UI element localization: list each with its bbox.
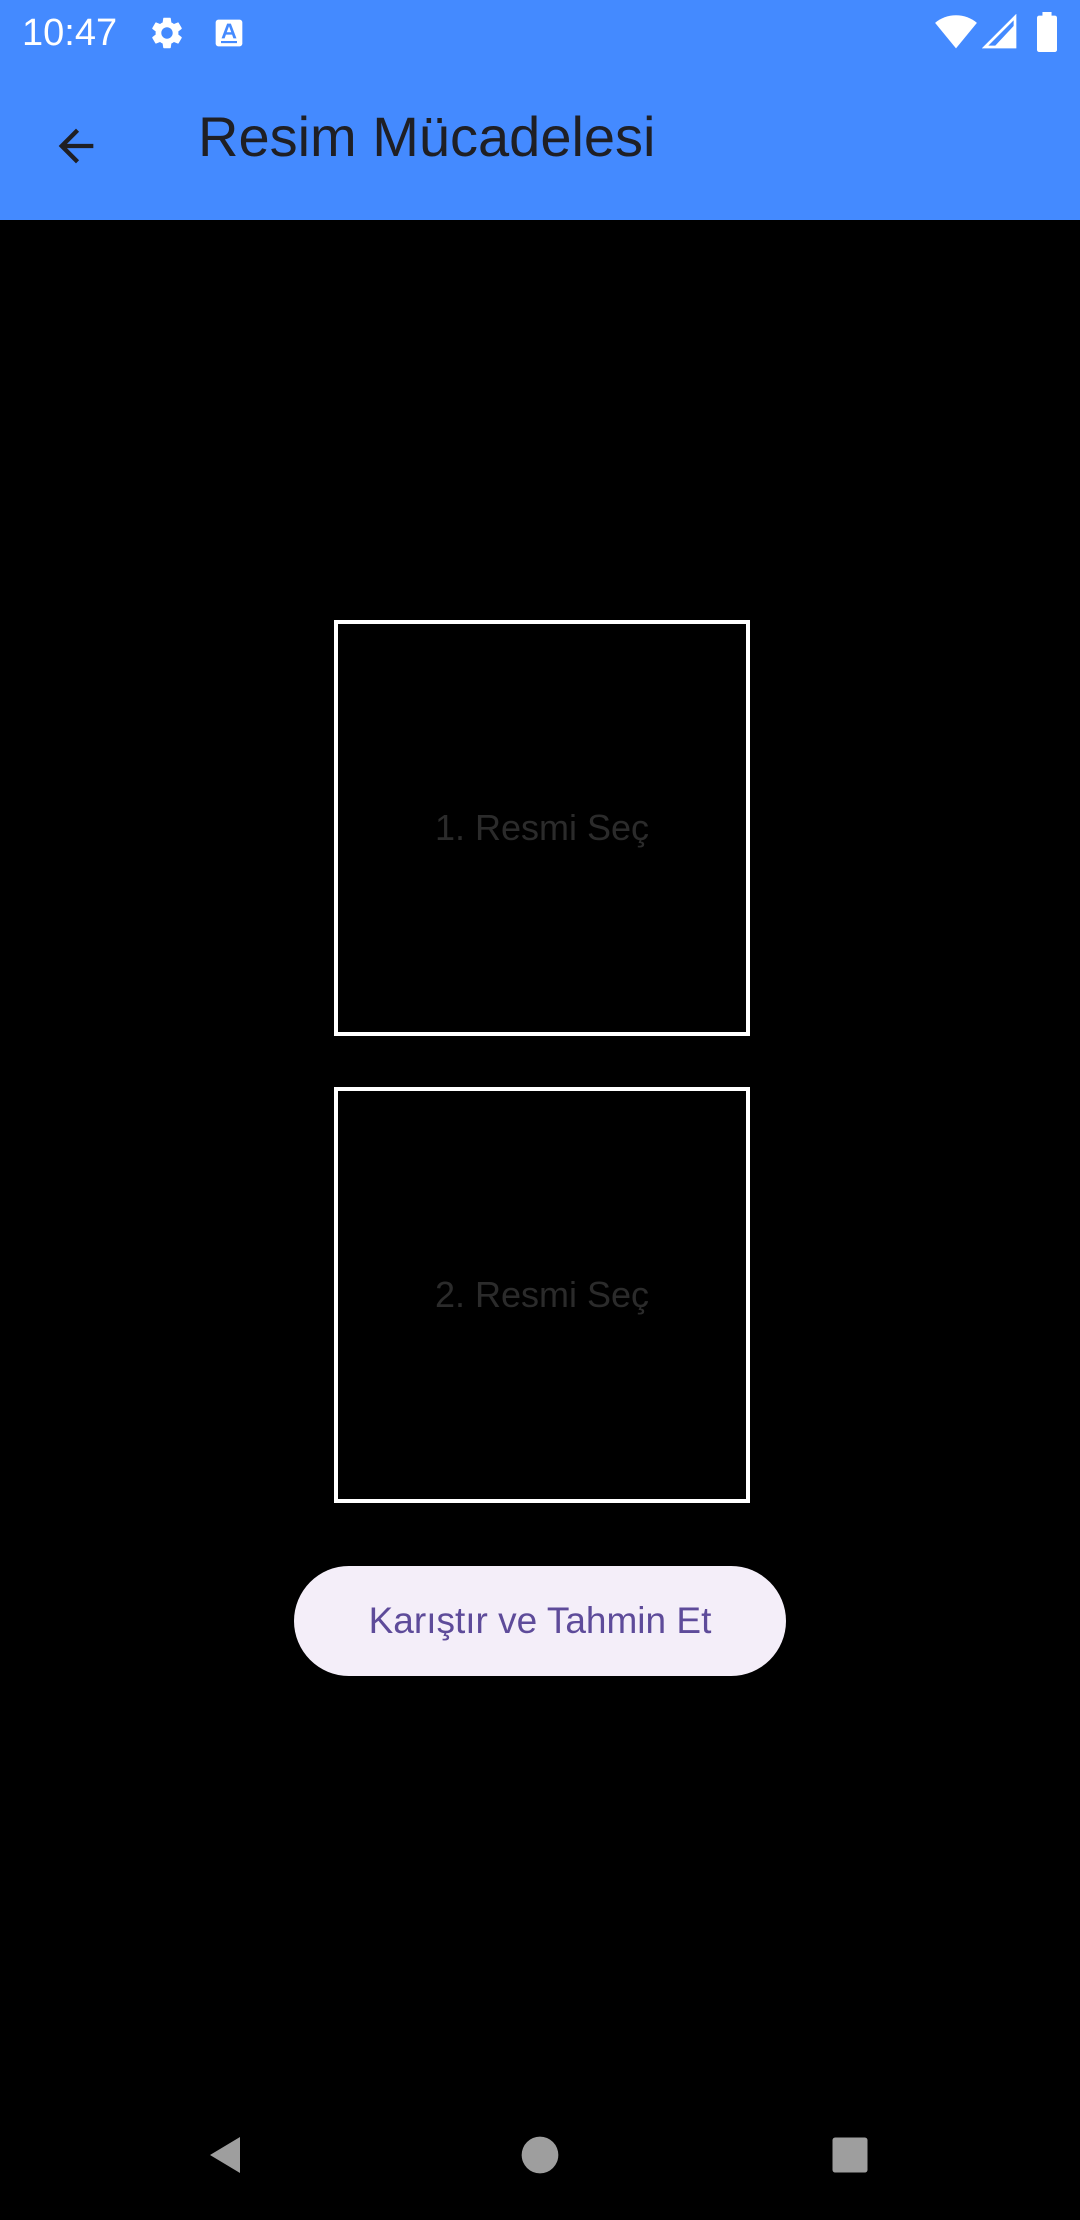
nav-home-icon: [521, 2136, 559, 2174]
navigation-bar: [0, 2090, 1080, 2220]
nav-recents-icon: [832, 2137, 868, 2173]
arrow-back-icon: [58, 128, 94, 164]
nav-back-button[interactable]: [181, 2110, 271, 2200]
back-button[interactable]: [36, 106, 116, 186]
status-time: 10:47: [22, 12, 118, 54]
screen: 10:47 Resim Mücadelesi 1. Resmi Seç 2. R…: [0, 0, 1080, 2220]
app-bar: Resim Mücadelesi: [0, 66, 1080, 220]
shuffle-and-guess-button[interactable]: Karıştır ve Tahmin Et: [294, 1566, 786, 1676]
page-title: Resim Mücadelesi: [198, 105, 656, 168]
gear-icon: [152, 17, 182, 49]
image-slot-2[interactable]: 2. Resmi Seç: [334, 1087, 750, 1503]
signal-icon: [982, 14, 1017, 49]
font-a-icon: [215, 19, 243, 47]
image-slot-1[interactable]: 1. Resmi Seç: [334, 620, 750, 1036]
nav-back-icon: [210, 2137, 240, 2173]
image-slot-1-label: 1. Resmi Seç: [434, 807, 650, 848]
wifi-icon: [935, 15, 977, 49]
nav-home-button[interactable]: [495, 2110, 585, 2200]
status-bar: 10:47: [0, 0, 1080, 66]
image-slot-2-label: 2. Resmi Seç: [434, 1274, 650, 1315]
shuffle-and-guess-label: Karıştır ve Tahmin Et: [368, 1600, 712, 1641]
battery-icon: [1037, 12, 1057, 52]
nav-recents-button[interactable]: [805, 2110, 895, 2200]
